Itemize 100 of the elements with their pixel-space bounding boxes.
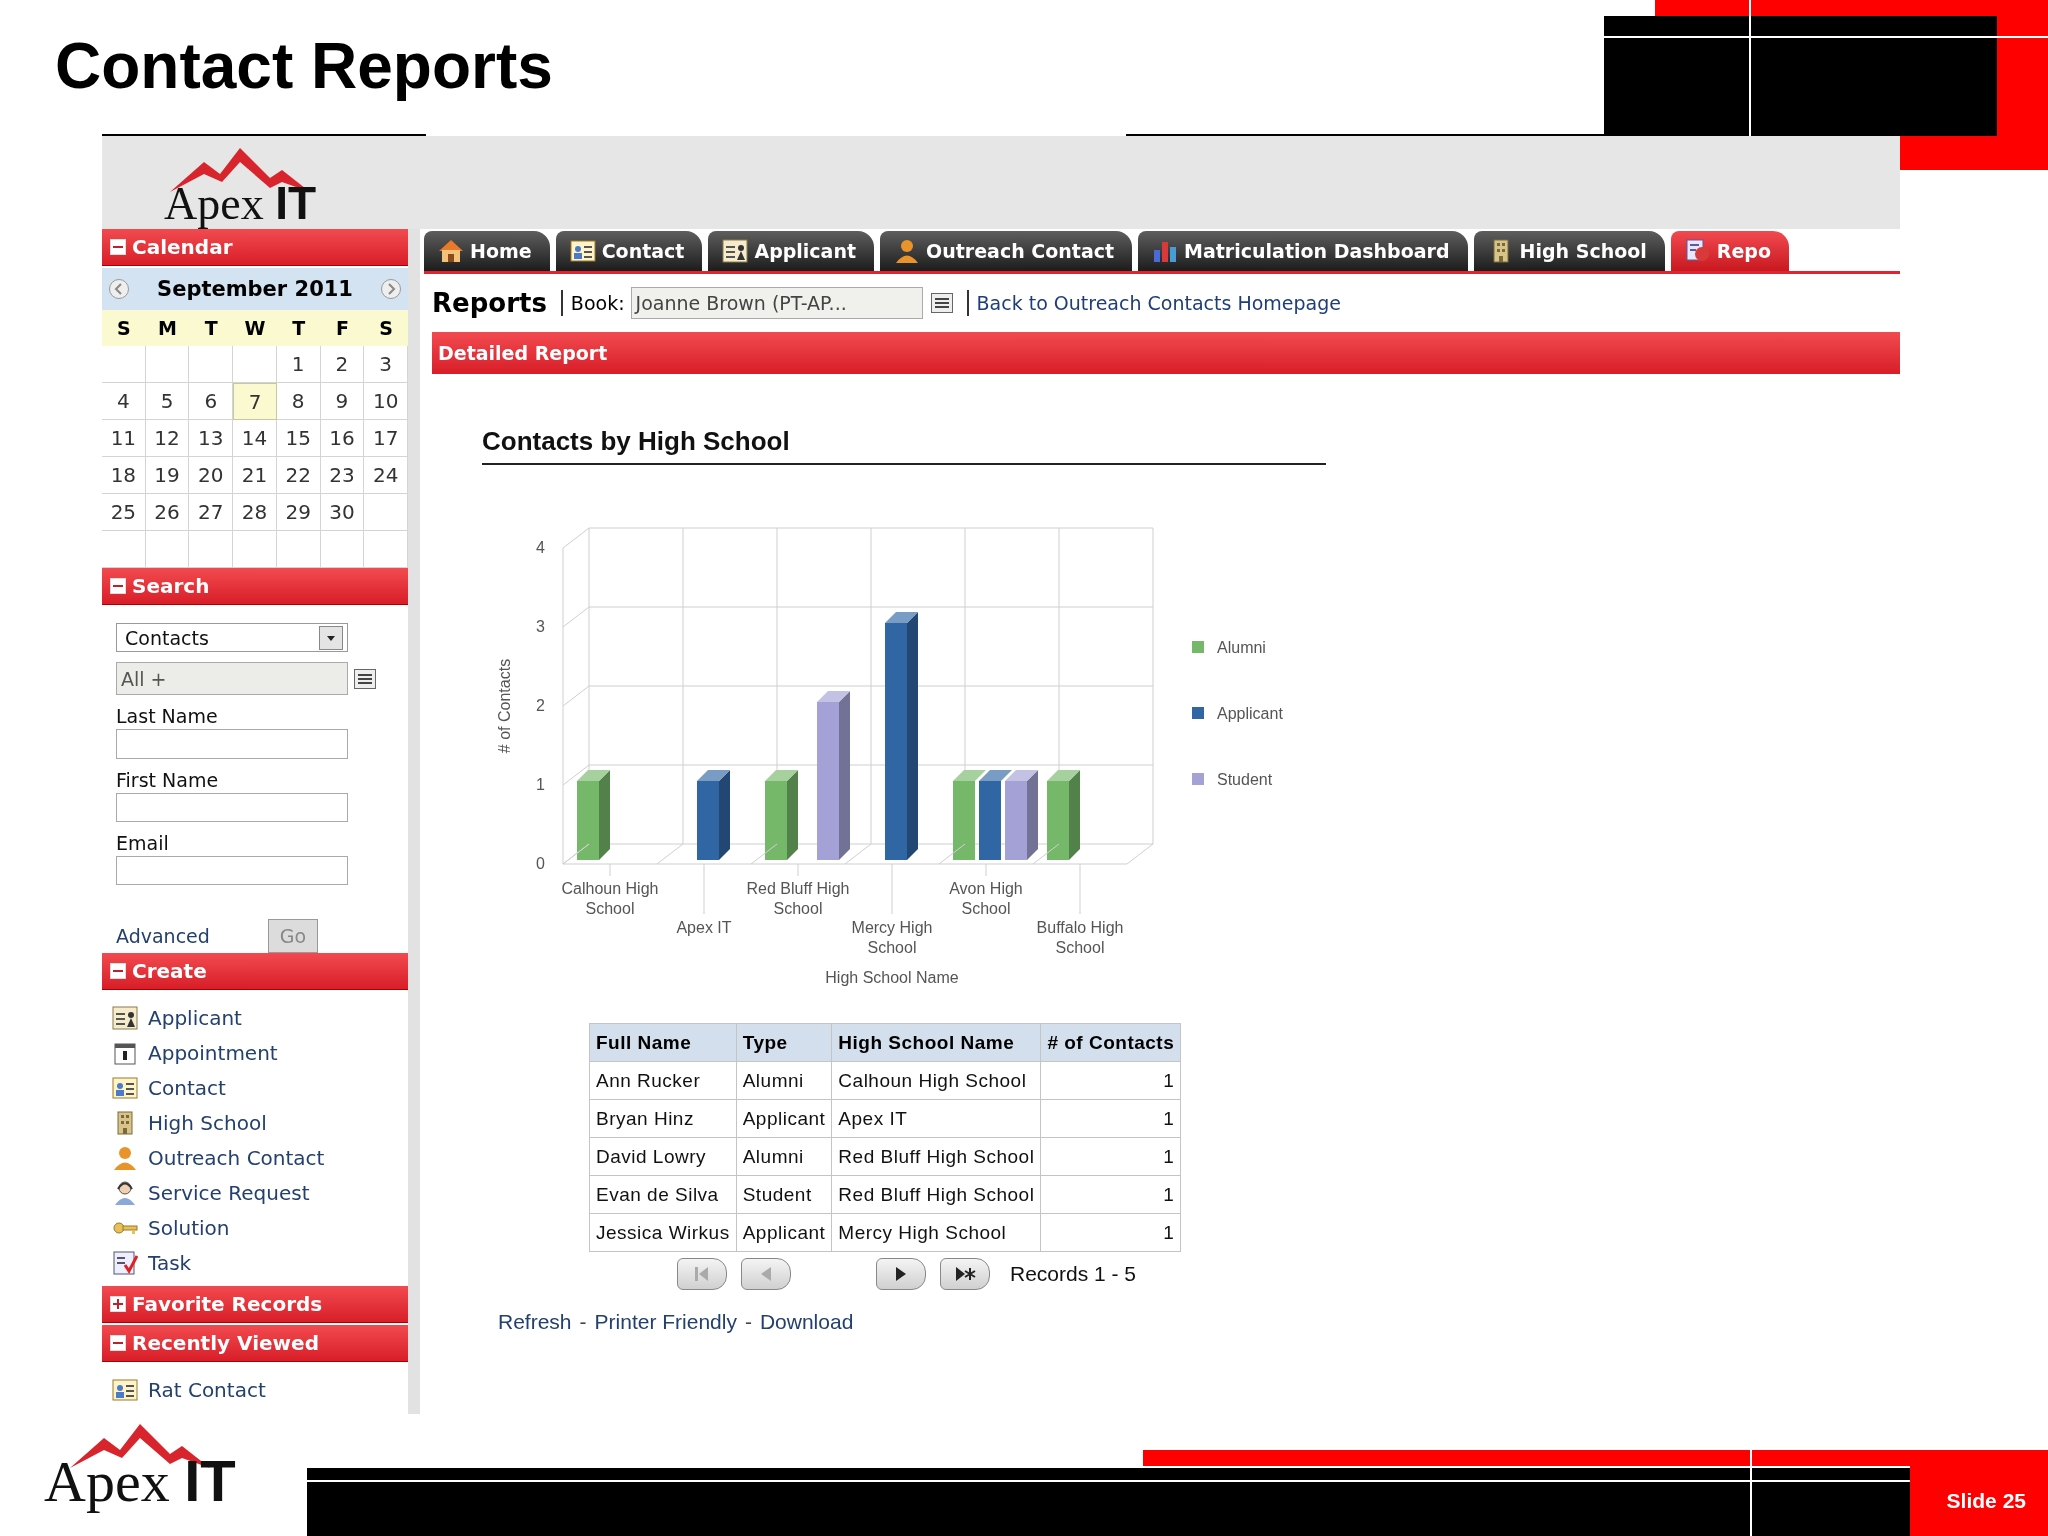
legend-label: Applicant	[1217, 705, 1283, 722]
calendar-day[interactable]: 9	[320, 383, 365, 420]
link[interactable]: Printer Friendly	[594, 1310, 737, 1334]
section-bar: Detailed Report	[432, 332, 1900, 374]
table-cell: Alumni	[736, 1137, 832, 1176]
category-label: Avon High School	[949, 880, 1023, 917]
calendar-day[interactable]: 16	[320, 420, 365, 457]
table-cell: Calhoun High School	[831, 1061, 1041, 1100]
list-item[interactable]: Rat Contact	[112, 1372, 266, 1407]
report-icon	[1684, 238, 1711, 264]
list-item[interactable]: Task	[112, 1245, 192, 1280]
category-label: Mercy High School	[851, 919, 933, 956]
calendar-day[interactable]: 27	[189, 494, 234, 531]
tab[interactable]: Outreach Contact	[880, 231, 1133, 271]
axis-tick-label: 1	[536, 776, 545, 793]
tab[interactable]: Applicant	[708, 231, 875, 271]
calendar-day[interactable]: 25	[102, 494, 146, 531]
field-label: Last Name	[116, 705, 218, 728]
input-field[interactable]	[116, 792, 348, 822]
calendar-day[interactable]: 21	[233, 457, 277, 494]
input-field[interactable]	[116, 855, 348, 885]
category-label: Apex IT	[676, 919, 732, 936]
panel-header[interactable]: Search	[102, 568, 408, 605]
calendar-day[interactable]: 22	[276, 457, 321, 494]
calendar-day[interactable]: 29	[276, 494, 321, 531]
previous-month-icon	[108, 278, 130, 300]
calendar-day[interactable]: 8	[276, 383, 321, 420]
table-cell: Red Bluff High School	[831, 1137, 1041, 1176]
list-item[interactable]: High School	[112, 1105, 267, 1140]
panel-header[interactable]: Favorite Records	[102, 1286, 408, 1323]
tab[interactable]: Home	[424, 231, 550, 271]
list-item[interactable]: Solution	[112, 1210, 230, 1245]
calendar-day[interactable]: 7	[233, 383, 277, 420]
calendar-day[interactable]: 2	[320, 346, 365, 383]
input-field[interactable]	[116, 729, 348, 759]
weekday-label: F	[334, 317, 350, 339]
table-cell: Applicant	[736, 1099, 832, 1138]
category-label: Buffalo High School	[1036, 919, 1124, 956]
list-item[interactable]: Appointment	[112, 1035, 278, 1070]
contact-card-icon	[569, 238, 596, 264]
panel-header[interactable]: Recently Viewed	[102, 1325, 408, 1362]
table-cell: 1	[1040, 1137, 1181, 1176]
calendar-cell	[102, 346, 146, 383]
axis-tick-label: 4	[536, 539, 545, 556]
pager-button[interactable]	[940, 1258, 990, 1290]
field-label: Email	[116, 831, 169, 854]
axis-tick-label: 0	[536, 855, 545, 872]
chart-title: Contacts by High School	[482, 426, 1326, 465]
list-item[interactable]: Contact	[112, 1070, 226, 1105]
list-item[interactable]: Outreach Contact	[112, 1140, 325, 1175]
tab[interactable]: Repo	[1670, 231, 1789, 271]
advanced-link[interactable]: Advanced	[116, 925, 210, 947]
month-label: September 2011	[157, 277, 353, 301]
table-cell: Ann Rucker	[589, 1061, 737, 1100]
column-header: High School Name	[831, 1023, 1041, 1062]
link[interactable]: Download	[759, 1310, 854, 1334]
calendar-day[interactable]: 28	[233, 494, 277, 531]
slide-title: Contact Reports	[55, 29, 553, 104]
weekday-label: T	[203, 317, 219, 339]
calendar-day[interactable]: 13	[189, 420, 234, 457]
table-cell: Evan de Silva	[589, 1175, 737, 1214]
field-label: Book:	[570, 292, 625, 314]
tab[interactable]: Matriculation Dashboard	[1138, 231, 1468, 271]
calendar-day[interactable]: 12	[145, 420, 190, 457]
calendar-day[interactable]: 23	[320, 457, 365, 494]
axis-title: # of Contacts	[496, 658, 513, 754]
calendar-day[interactable]: 26	[145, 494, 190, 531]
support-agent-icon	[112, 1179, 138, 1206]
contact-card-icon	[112, 1376, 138, 1403]
calendar-day[interactable]: 20	[189, 457, 234, 494]
pager-button[interactable]	[876, 1258, 926, 1290]
tab[interactable]: Contact	[555, 231, 703, 271]
link-separator: -	[744, 1310, 752, 1334]
calendar-day[interactable]: 30	[320, 494, 365, 531]
book-field[interactable]: Joanne Brown (PT-AP...	[630, 287, 923, 319]
tab[interactable]: High School	[1473, 231, 1665, 271]
calendar-day[interactable]: 14	[233, 420, 277, 457]
calendar-day[interactable]: 11	[102, 420, 146, 457]
filter-field[interactable]: All +	[116, 662, 348, 696]
axis-title: High School Name	[825, 969, 959, 986]
panel-header[interactable]: Calendar	[102, 229, 408, 266]
calendar-day[interactable]: 4	[102, 383, 146, 420]
calendar-day[interactable]: 1	[276, 346, 321, 383]
column-header: Full Name	[589, 1023, 737, 1062]
panel-header[interactable]: Create	[102, 953, 408, 990]
calendar-day[interactable]: 18	[102, 457, 146, 494]
checklist-icon	[112, 1249, 138, 1276]
house-icon	[438, 238, 464, 264]
person-icon	[894, 238, 921, 264]
calendar-day[interactable]: 19	[145, 457, 190, 494]
calendar-cell	[145, 346, 190, 383]
legend-label: Student	[1217, 771, 1273, 788]
field-label: First Name	[116, 768, 219, 791]
link[interactable]: Refresh	[498, 1310, 572, 1334]
list-item[interactable]: Service Request	[112, 1175, 310, 1210]
list-item[interactable]: Applicant	[112, 1000, 242, 1035]
type-dropdown[interactable]: Contacts	[116, 623, 348, 653]
calendar-day[interactable]: 5	[145, 383, 190, 420]
back-link[interactable]: Back to Outreach Contacts Homepage	[976, 292, 1341, 314]
calendar-day[interactable]: 15	[276, 420, 321, 457]
